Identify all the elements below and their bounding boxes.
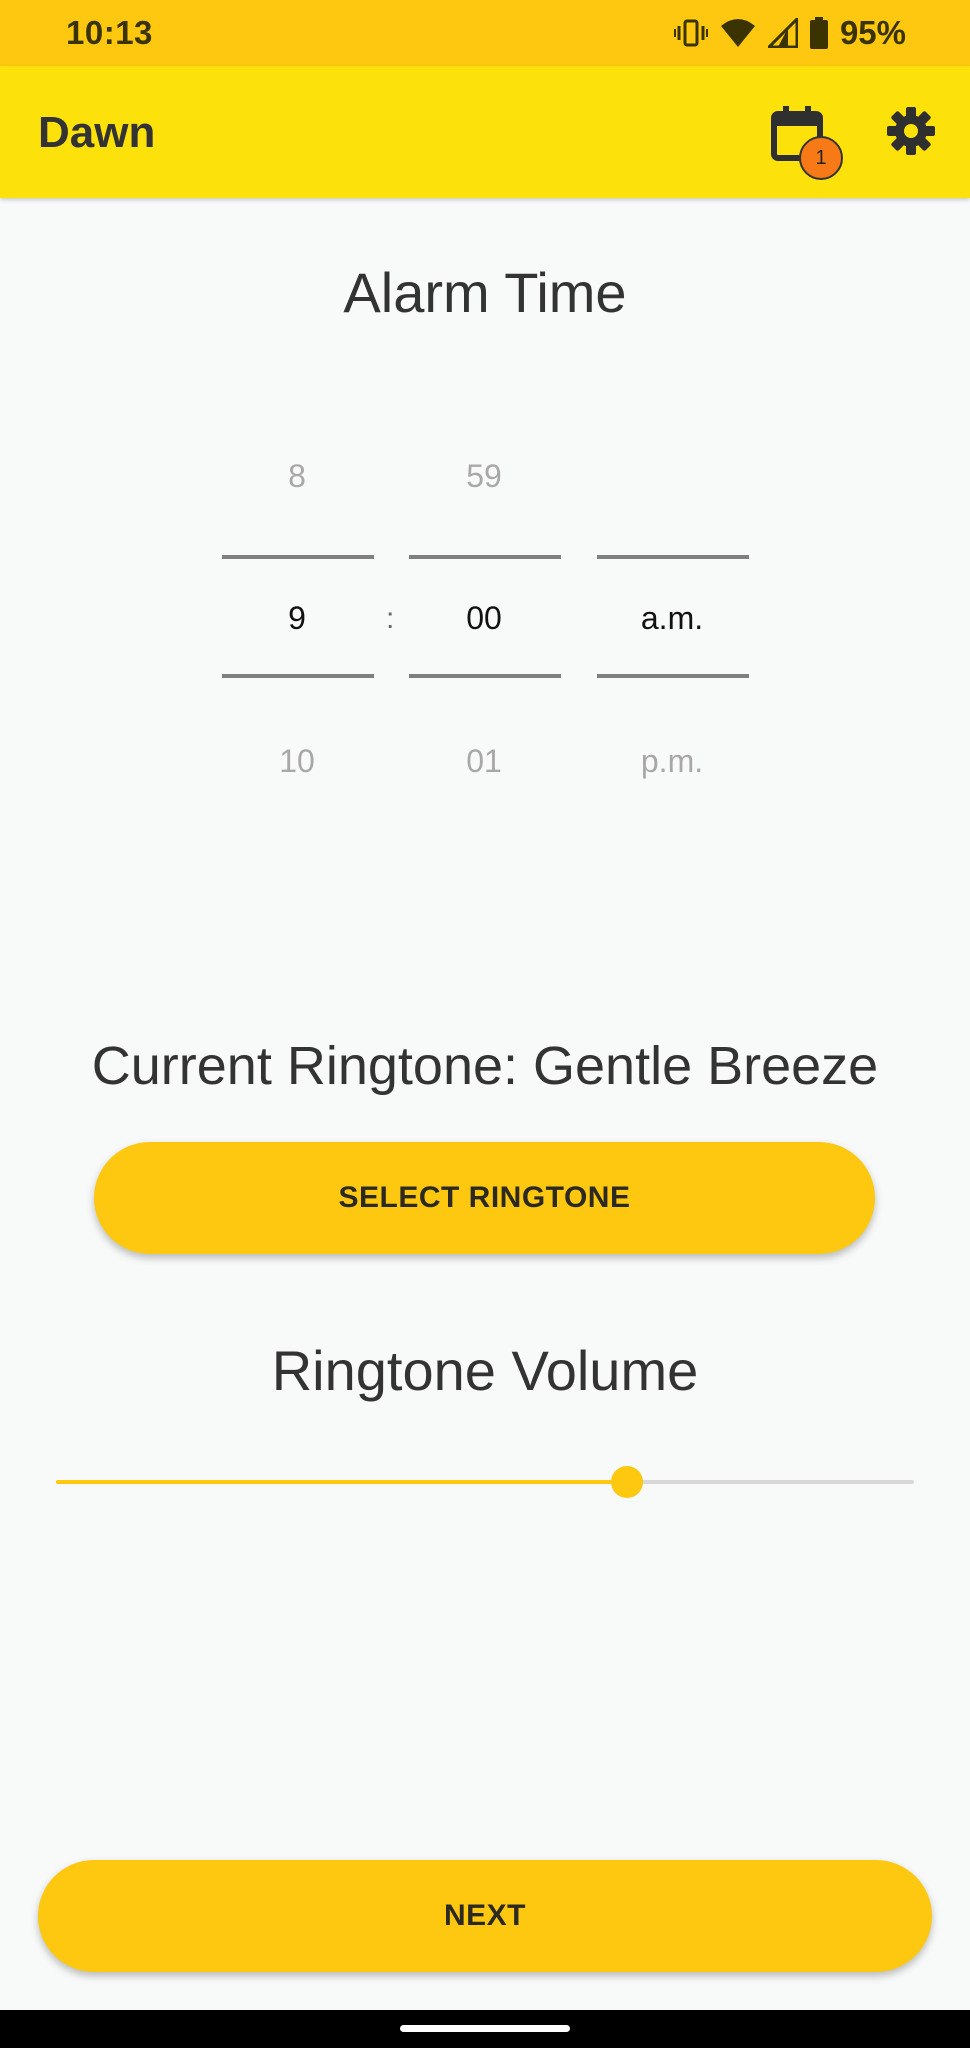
navigation-bar xyxy=(0,2010,970,2048)
status-bar: 10:13 95% xyxy=(0,0,970,66)
cell-signal-icon xyxy=(767,18,798,48)
status-time: 10:13 xyxy=(66,14,153,51)
battery-icon xyxy=(809,17,828,49)
current-ringtone-label: Current Ringtone: Gentle Breeze xyxy=(91,1036,879,1096)
volume-slider[interactable] xyxy=(56,1466,914,1498)
home-indicator[interactable] xyxy=(400,2025,570,2032)
period-selected[interactable]: a.m. xyxy=(597,600,747,637)
hour-divider-bottom xyxy=(222,674,374,678)
volume-slider-thumb[interactable] xyxy=(611,1466,644,1498)
minute-divider-bottom xyxy=(409,674,561,678)
wifi-icon xyxy=(720,19,755,47)
period-divider-top xyxy=(597,555,749,559)
settings-button[interactable] xyxy=(886,106,940,160)
next-button[interactable]: NEXT xyxy=(38,1860,932,1972)
time-separator: : xyxy=(386,602,395,635)
select-ringtone-button[interactable]: SELECT RINGTONE xyxy=(94,1142,875,1254)
battery-percent: 95% xyxy=(839,14,906,51)
gear-icon xyxy=(887,107,935,155)
alarm-time-title: Alarm Time xyxy=(343,261,627,324)
vibrate-icon xyxy=(673,19,708,47)
status-icons: 95% xyxy=(673,14,906,52)
hour-selected[interactable]: 9 xyxy=(222,600,372,637)
period-next[interactable]: p.m. xyxy=(597,743,747,780)
minute-next[interactable]: 01 xyxy=(409,743,559,780)
calendar-badge: 1 xyxy=(799,136,843,180)
hour-prev[interactable]: 8 xyxy=(222,458,372,495)
volume-slider-fill xyxy=(56,1480,628,1484)
minute-selected[interactable]: 00 xyxy=(409,600,559,637)
ringtone-volume-title: Ringtone Volume xyxy=(271,1339,699,1402)
hour-divider-top xyxy=(222,555,374,559)
hour-next[interactable]: 10 xyxy=(222,743,372,780)
minute-prev[interactable]: 59 xyxy=(409,458,559,495)
minute-divider-top xyxy=(409,555,561,559)
app-title: Dawn xyxy=(38,108,156,157)
period-divider-bottom xyxy=(597,674,749,678)
